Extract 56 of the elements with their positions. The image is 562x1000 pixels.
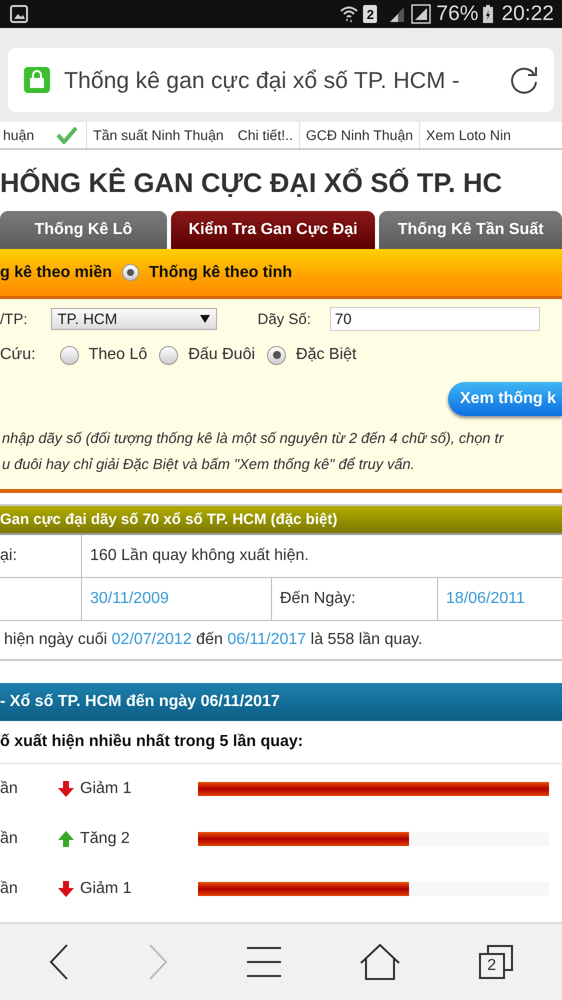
- nav-link[interactable]: huận: [3, 127, 34, 143]
- lock-icon: [24, 67, 50, 93]
- reload-icon[interactable]: [508, 64, 540, 96]
- nav-link[interactable]: Tần suất Ninh Thuận: [93, 127, 224, 143]
- nav-link[interactable]: GCĐ Ninh Thuận: [306, 127, 414, 143]
- option-label: Đặc Biệt: [296, 346, 356, 364]
- change-text: Giảm 1: [80, 780, 133, 798]
- field-label: /TP:: [0, 310, 28, 328]
- nav-link[interactable]: Xem Loto Nin: [426, 127, 511, 143]
- sim-badge: 2: [363, 5, 378, 23]
- summary-text: hiện ngày cuối 02/07/2012 đến 06/11/2017 là 558 lần quay.: [4, 631, 422, 649]
- page-title: Thống kê gan cực đại xổ số TP. HCM -: [64, 66, 461, 94]
- change-text: Giảm 1: [80, 880, 133, 898]
- tab[interactable]: Kiểm Tra Gan Cực Đại: [170, 211, 376, 249]
- signal-icon: [388, 5, 406, 23]
- clock-time: 20:22: [501, 2, 554, 26]
- tab[interactable]: Thống Kê Tần Suất: [379, 211, 562, 249]
- instruction-text: u đuôi hay chỉ giải Đặc Biệt và bấm "Xem thống kê" để truy vấn.: [2, 456, 416, 475]
- section-subtitle: ố xuất hiện nhiều nhất trong 5 lần quay:: [0, 733, 304, 751]
- field-label: Cứu:: [0, 346, 36, 364]
- signal-icon: [411, 4, 432, 24]
- home-icon[interactable]: [360, 944, 400, 980]
- option-label: Thống kê theo tỉnh: [149, 264, 292, 282]
- option-label: Theo Lô: [88, 346, 148, 364]
- down-arrow-icon: [58, 881, 74, 897]
- battery-icon: [483, 5, 494, 23]
- field-label: Dãy Số:: [258, 310, 311, 328]
- back-icon[interactable]: [49, 944, 70, 980]
- up-arrow-icon: [58, 831, 74, 847]
- option-label: g kê theo miền: [0, 264, 112, 282]
- radio-button[interactable]: [60, 346, 79, 364]
- panel-title: Gan cực đại dãy số 70 xổ số TP. HCM (đặc biệt): [0, 511, 338, 528]
- menu-icon[interactable]: [246, 946, 282, 978]
- page-heading: HỐNG KÊ GAN CỰC ĐẠI XỔ SỐ TP. HC: [0, 166, 503, 200]
- instruction-text: nhập dãy số (đối tượng thống kê là một số nguyên từ 2 đến 4 chữ số), chọn tr: [2, 430, 505, 449]
- province-select[interactable]: TP. HCM: [50, 308, 217, 330]
- wifi-icon: [340, 5, 358, 23]
- nav-link[interactable]: Chi tiết!..: [238, 127, 293, 143]
- change-text: Tăng 2: [80, 830, 131, 848]
- count-text: ần: [0, 830, 19, 848]
- count-text: ần: [0, 880, 19, 898]
- option-label: Đấu Đuôi: [188, 346, 256, 364]
- tab[interactable]: Thống Kê Lô: [0, 211, 167, 249]
- radio-button[interactable]: [267, 346, 286, 364]
- cell-label: Đến Ngày:: [280, 590, 356, 608]
- battery-level: 76%: [436, 2, 478, 26]
- radio-button[interactable]: [159, 346, 178, 364]
- dropdown-caret-icon: [200, 315, 210, 323]
- cell-value: 160 Lần quay không xuất hiện.: [90, 547, 309, 565]
- image-icon: [10, 5, 28, 23]
- panel-title: - Xổ số TP. HCM đến ngày 06/11/2017: [0, 693, 280, 711]
- down-arrow-icon: [58, 781, 74, 797]
- cell-label: ại:: [0, 547, 17, 565]
- sequence-field[interactable]: 70: [330, 307, 540, 331]
- count-text: ần: [0, 780, 19, 798]
- radio-button[interactable]: [122, 264, 140, 281]
